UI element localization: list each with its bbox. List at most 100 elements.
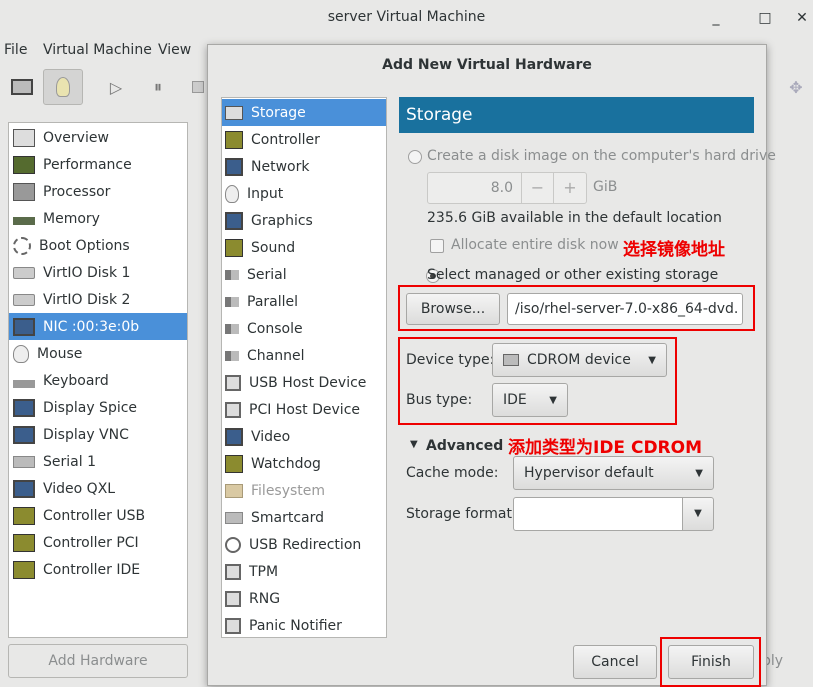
sidebar-item-overview[interactable]: Overview — [9, 124, 187, 151]
menu-file[interactable]: File — [4, 42, 27, 58]
plug-icon — [225, 296, 239, 307]
cache-mode-select[interactable]: Hypervisor default ▼ — [513, 456, 714, 490]
chip-icon — [225, 590, 241, 607]
hw-item-channel[interactable]: Channel — [222, 342, 386, 369]
sidebar-item-controller-ide[interactable]: Controller IDE — [9, 556, 187, 583]
plug-icon — [225, 323, 239, 334]
expander-triangle-icon[interactable]: ▼ — [410, 439, 418, 450]
create-disk-radio[interactable] — [408, 150, 422, 164]
disk-size-unit: GiB — [593, 179, 618, 195]
hw-item-console[interactable]: Console — [222, 315, 386, 342]
pause-button[interactable]: ⏸ — [138, 69, 178, 105]
hw-item-serial[interactable]: Serial — [222, 261, 386, 288]
fullscreen-button[interactable]: ✥ — [776, 69, 813, 105]
hw-item-filesystem[interactable]: Filesystem — [222, 477, 386, 504]
hw-item-label: Channel — [247, 347, 305, 364]
sidebar-item-performance[interactable]: Performance — [9, 151, 187, 178]
close-button[interactable]: ✕ — [792, 8, 812, 28]
storage-icon — [225, 105, 243, 120]
lightbulb-icon — [56, 77, 70, 97]
window-title: server Virtual Machine — [0, 0, 813, 36]
bus-type-select[interactable]: IDE ▼ — [492, 383, 568, 417]
sidebar-item-nic[interactable]: NIC :00:3e:0b — [9, 313, 187, 340]
hw-item-controller[interactable]: Controller — [222, 126, 386, 153]
hw-item-panic-notifier[interactable]: Panic Notifier — [222, 612, 386, 639]
sidebar-item-virtio-disk-1[interactable]: VirtIO Disk 1 — [9, 259, 187, 286]
hw-item-label: USB Host Device — [249, 374, 367, 391]
run-button[interactable]: ▷ — [96, 69, 136, 105]
hw-item-rng[interactable]: RNG — [222, 585, 386, 612]
sidebar-item-controller-pci[interactable]: Controller PCI — [9, 529, 187, 556]
watchdog-icon — [225, 454, 243, 473]
hw-item-video[interactable]: Video — [222, 423, 386, 450]
hw-item-usb-host-device[interactable]: USB Host Device — [222, 369, 386, 396]
controller-icon — [13, 506, 35, 525]
sidebar-item-serial-1[interactable]: Serial 1 — [9, 448, 187, 475]
hw-item-label: Filesystem — [251, 482, 326, 499]
sidebar-item-display-vnc[interactable]: Display VNC — [9, 421, 187, 448]
menu-view[interactable]: View — [158, 42, 191, 58]
hw-item-watchdog[interactable]: Watchdog — [222, 450, 386, 477]
sidebar-item-label: Processor — [43, 183, 111, 200]
storage-format-dropdown[interactable]: ▼ — [682, 497, 714, 531]
finish-button[interactable]: Finish — [668, 645, 754, 679]
disk-size-spinner[interactable]: 8.0 − + — [427, 172, 587, 204]
disk-size-decrement[interactable]: − — [522, 173, 554, 203]
sidebar-item-boot-options[interactable]: Boot Options — [9, 232, 187, 259]
overview-icon — [13, 128, 35, 147]
plug-icon — [225, 269, 239, 280]
cache-mode-label: Cache mode: — [406, 465, 499, 481]
hw-item-network[interactable]: Network — [222, 153, 386, 180]
sidebar-item-controller-usb[interactable]: Controller USB — [9, 502, 187, 529]
hw-item-parallel[interactable]: Parallel — [222, 288, 386, 315]
sidebar-item-label: Memory — [43, 210, 100, 227]
device-type-select[interactable]: CDROM device ▼ — [492, 343, 667, 377]
processor-icon — [13, 182, 35, 201]
sidebar-item-processor[interactable]: Processor — [9, 178, 187, 205]
display-icon — [13, 425, 35, 444]
disk-size-increment[interactable]: + — [554, 173, 586, 203]
sidebar-item-mouse[interactable]: Mouse — [9, 340, 187, 367]
storage-format-input[interactable] — [513, 497, 683, 531]
menu-virtual-machine[interactable]: Virtual Machine — [43, 42, 152, 58]
minimize-button[interactable]: _ — [706, 8, 726, 28]
hw-item-label: Controller — [251, 131, 320, 148]
console-button[interactable] — [2, 69, 42, 105]
chevron-down-icon: ▼ — [695, 467, 703, 479]
hw-item-tpm[interactable]: TPM — [222, 558, 386, 585]
hw-item-label: Storage — [251, 104, 306, 121]
performance-icon — [13, 155, 35, 174]
details-button[interactable] — [43, 69, 83, 105]
dialog-title: Add New Virtual Hardware — [382, 57, 592, 73]
network-icon — [13, 317, 35, 336]
annotation-add-type: 添加类型为IDE CDROM — [508, 433, 703, 458]
sidebar-item-label: Boot Options — [39, 237, 130, 254]
hw-item-smartcard[interactable]: Smartcard — [222, 504, 386, 531]
play-icon: ▷ — [109, 77, 123, 97]
hw-item-input[interactable]: Input — [222, 180, 386, 207]
hw-item-graphics[interactable]: Graphics — [222, 207, 386, 234]
sidebar-item-video-qxl[interactable]: Video QXL — [9, 475, 187, 502]
hardware-type-list: Storage Controller Network Input Graphic… — [221, 97, 387, 638]
hw-item-usb-redirection[interactable]: USB Redirection — [222, 531, 386, 558]
cancel-button[interactable]: Cancel — [573, 645, 657, 679]
bus-type-value: IDE — [503, 392, 527, 408]
sidebar-item-keyboard[interactable]: Keyboard — [9, 367, 187, 394]
hw-item-pci-host-device[interactable]: PCI Host Device — [222, 396, 386, 423]
sidebar-item-memory[interactable]: Memory — [9, 205, 187, 232]
allocate-disk-checkbox[interactable] — [430, 239, 444, 253]
hw-item-sound[interactable]: Sound — [222, 234, 386, 261]
mouse-icon — [13, 344, 29, 363]
sidebar-item-virtio-disk-2[interactable]: VirtIO Disk 2 — [9, 286, 187, 313]
controller-icon — [13, 533, 35, 552]
sidebar-item-display-spice[interactable]: Display Spice — [9, 394, 187, 421]
disk-size-value[interactable]: 8.0 — [428, 173, 522, 203]
maximize-button[interactable]: □ — [755, 8, 775, 28]
storage-path-input[interactable]: /iso/rhel-server-7.0-x86_64-dvd. — [507, 293, 743, 325]
add-hardware-button[interactable]: Add Hardware — [8, 644, 188, 678]
display-icon — [13, 398, 35, 417]
hw-item-storage[interactable]: Storage — [222, 99, 386, 126]
pause-icon: ⏸ — [153, 77, 162, 96]
memory-icon — [13, 217, 35, 225]
browse-button[interactable]: Browse... — [406, 293, 500, 325]
